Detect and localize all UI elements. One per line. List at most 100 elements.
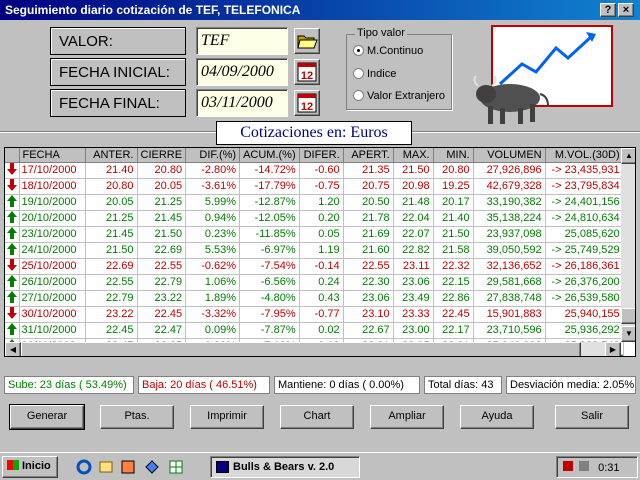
header-min[interactable]: MIN. <box>433 148 474 163</box>
table-row[interactable]: 17/10/2000 21.40 20.80 -2.80% -14.72% -0.60 21… <box>5 162 624 179</box>
cell-min: 19.25 <box>433 178 474 195</box>
radio-indice[interactable]: Indice <box>353 68 396 80</box>
scroll-left-icon[interactable]: ◀ <box>5 342 21 356</box>
table-row[interactable]: 24/10/2000 21.50 22.69 5.53% -6.97% 1.19 21.60… <box>5 242 624 259</box>
fecha-inicial-calendar-button[interactable]: 12 <box>294 59 320 85</box>
chart-button[interactable]: Chart <box>280 405 354 429</box>
cell-min: 22.32 <box>433 258 474 275</box>
generar-button[interactable]: Generar <box>9 404 85 430</box>
table-row[interactable]: 18/10/2000 20.80 20.05 -3.61% -17.79% -0.75 20… <box>5 178 624 195</box>
vertical-scrollbar[interactable]: ▲ ▼ <box>621 148 635 342</box>
desktop-icon[interactable] <box>120 459 136 475</box>
table-row[interactable]: 19/10/2000 20.05 21.25 5.99% -12.87% 1.20 20.5… <box>5 194 624 211</box>
table-row[interactable]: 25/10/2000 22.69 22.55 -0.62% -7.54% -0.14 22.… <box>5 258 624 275</box>
cell-volumen: 32,136,652 <box>473 258 546 275</box>
cell-volumen: 35,138,224 <box>473 210 546 227</box>
header-anter[interactable]: ANTER. <box>85 148 138 163</box>
salir-button[interactable]: Salir <box>555 405 629 429</box>
scroll-down-icon[interactable]: ▼ <box>621 326 635 342</box>
cell-volumen: 15,901,883 <box>473 306 546 323</box>
cell-apert: 22.67 <box>343 322 394 339</box>
cell-acum: -11.85% <box>239 226 300 243</box>
task-bulls-bears[interactable]: Bulls & Bears v. 2.0 <box>210 456 360 478</box>
fecha-inicial-input[interactable]: 04/09/2000 <box>196 58 288 86</box>
arrow-up-icon <box>5 274 20 291</box>
cell-apert: 21.35 <box>343 162 394 179</box>
scheduler-icon[interactable] <box>563 461 573 471</box>
cell-anter: 22.69 <box>85 258 138 275</box>
cell-cierre: 23.22 <box>137 290 187 307</box>
cell-difer: 0.24 <box>299 274 344 291</box>
cell-acum: -7.87% <box>239 322 300 339</box>
cell-max: 21.48 <box>393 194 434 211</box>
start-button[interactable]: Inicio <box>2 456 58 478</box>
cell-difer: -0.77 <box>299 306 344 323</box>
open-folder-button[interactable] <box>294 28 320 54</box>
cell-volumen: 29,581,668 <box>473 274 546 291</box>
table-row[interactable]: 31/10/2000 22.45 22.47 0.09% -7.87% 0.02 22.67… <box>5 322 624 339</box>
tipo-valor-group: Tipo valor M.Continuo Indice Valor Extra… <box>346 27 452 110</box>
header-volumen[interactable]: VOLUMEN <box>473 148 546 163</box>
header-difer[interactable]: DIFER. <box>299 148 344 163</box>
quotes-table: FECHA ANTER. CIERRE DIF.(%) ACUM.(%) DIF… <box>5 148 624 356</box>
cell-anter: 20.05 <box>85 194 138 211</box>
header-cierre[interactable]: CIERRE <box>137 148 187 163</box>
cell-acum: -14.72% <box>239 162 300 179</box>
header-apert[interactable]: APERT. <box>343 148 394 163</box>
ayuda-button[interactable]: Ayuda <box>460 405 534 429</box>
header-fecha[interactable]: FECHA <box>19 148 86 163</box>
imprimir-button[interactable]: Imprimir <box>190 405 264 429</box>
ampliar-button[interactable]: Ampliar <box>370 405 444 429</box>
cell-anter: 20.80 <box>85 178 138 195</box>
header-max[interactable]: MAX. <box>393 148 434 163</box>
cell-max: 23.11 <box>393 258 434 275</box>
hscroll-thumb[interactable] <box>21 342 581 356</box>
close-button[interactable]: × <box>618 3 634 17</box>
cell-anter: 21.50 <box>85 242 138 259</box>
fecha-final-input[interactable]: 03/11/2000 <box>196 89 288 117</box>
cell-mvol: 25,085,620 <box>545 226 624 243</box>
cell-apert: 22.30 <box>343 274 394 291</box>
table-row[interactable]: 23/10/2000 21.45 21.50 0.23% -11.85% 0.05 21.6… <box>5 226 624 243</box>
cell-apert: 21.78 <box>343 210 394 227</box>
cell-difer: 1.19 <box>299 242 344 259</box>
channels-icon[interactable] <box>144 459 160 475</box>
cell-min: 22.17 <box>433 322 474 339</box>
help-button[interactable]: ? <box>600 3 616 17</box>
cell-anter: 22.45 <box>85 322 138 339</box>
table-row[interactable]: 27/10/2000 22.79 23.22 1.89% -4.80% 0.43 23.06… <box>5 290 624 307</box>
radio-valor-extranjero[interactable]: Valor Extranjero <box>353 90 445 102</box>
cell-min: 21.40 <box>433 210 474 227</box>
cell-acum: -17.79% <box>239 178 300 195</box>
valor-input[interactable]: TEF <box>196 27 288 55</box>
grid-app-icon[interactable] <box>168 459 184 475</box>
quotes-grid[interactable]: FECHA ANTER. CIERRE DIF.(%) ACUM.(%) DIF… <box>4 147 636 357</box>
table-row[interactable]: 26/10/2000 22.55 22.79 1.06% -6.56% 0.24 22.30… <box>5 274 624 291</box>
cell-fecha: 31/10/2000 <box>19 322 86 339</box>
table-row[interactable]: 20/10/2000 21.25 21.45 0.94% -12.05% 0.20 21.7… <box>5 210 624 227</box>
cell-fecha: 25/10/2000 <box>19 258 86 275</box>
cell-cierre: 22.55 <box>137 258 187 275</box>
fecha-final-calendar-button[interactable]: 12 <box>294 90 320 116</box>
scroll-right-icon[interactable]: ▶ <box>605 342 621 356</box>
scroll-up-icon[interactable]: ▲ <box>621 148 635 164</box>
clock[interactable]: 0:31 <box>598 462 619 474</box>
header-mvol[interactable]: M.VOL.(30D) <box>545 148 624 163</box>
outlook-icon[interactable] <box>98 459 114 475</box>
header-dif[interactable]: DIF.(%) <box>185 148 241 163</box>
cell-dif: -0.62% <box>185 258 241 275</box>
horizontal-scrollbar[interactable]: ◀ ▶ <box>5 342 621 356</box>
cell-mvol: -> 23,435,931 <box>545 162 624 179</box>
radio-m-continuo[interactable]: M.Continuo <box>353 45 423 57</box>
fecha-final-label: FECHA FINAL: <box>50 89 186 117</box>
internet-explorer-icon[interactable] <box>76 459 92 475</box>
cell-fecha: 26/10/2000 <box>19 274 86 291</box>
scroll-thumb[interactable] <box>621 308 635 324</box>
table-row[interactable]: 30/10/2000 23.22 22.45 -3.32% -7.95% -0.77 23.… <box>5 306 624 323</box>
ptas-button[interactable]: Ptas. <box>100 405 174 429</box>
cell-difer: -0.14 <box>299 258 344 275</box>
cell-anter: 22.55 <box>85 274 138 291</box>
header-acum[interactable]: ACUM.(%) <box>239 148 300 163</box>
cell-volumen: 33,190,382 <box>473 194 546 211</box>
volume-icon[interactable] <box>579 461 590 471</box>
